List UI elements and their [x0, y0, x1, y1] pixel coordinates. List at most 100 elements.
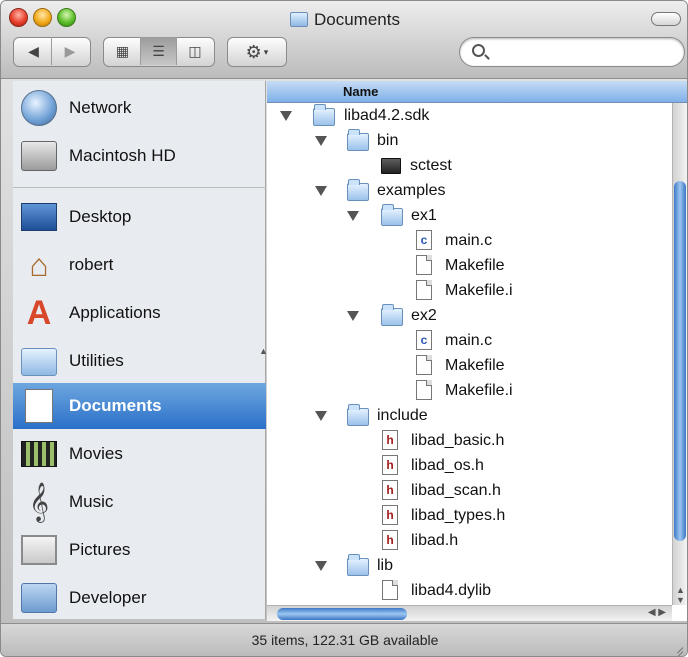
- list-item[interactable]: c main.c: [267, 228, 672, 253]
- forward-arrow-icon[interactable]: ▶: [52, 37, 88, 65]
- sidebar-item-robert[interactable]: ⌂ robert: [13, 242, 266, 288]
- sidebar-item-developer[interactable]: Developer: [13, 575, 266, 621]
- list-item[interactable]: bin: [267, 128, 672, 153]
- folder-icon: [347, 404, 369, 426]
- movies-icon: [21, 441, 57, 467]
- horizontal-scrollbar[interactable]: ◀ ▶: [267, 605, 672, 621]
- search-icon: [472, 44, 485, 57]
- scroll-arrows-icon[interactable]: ◀ ▶: [648, 607, 666, 618]
- list-item[interactable]: ex2: [267, 303, 672, 328]
- column-view-icon[interactable]: ◫: [177, 37, 213, 65]
- list-item[interactable]: Makefile: [267, 253, 672, 278]
- sidebar-item-utilities[interactable]: Utilities: [13, 338, 266, 384]
- list-item[interactable]: Makefile.i: [267, 278, 672, 303]
- list-item[interactable]: h libad.h: [267, 528, 672, 553]
- folder-icon: [290, 12, 308, 27]
- list-item[interactable]: c main.c: [267, 328, 672, 353]
- horizontal-scroll-thumb[interactable]: [277, 608, 407, 620]
- disclosure-triangle-icon[interactable]: [315, 561, 327, 571]
- h-file-icon: h: [382, 480, 398, 500]
- sidebar-resize-handle[interactable]: ▲: [259, 346, 268, 358]
- disclosure-triangle-icon[interactable]: [315, 186, 327, 196]
- h-file-icon: h: [382, 430, 398, 450]
- sidebar-item-pictures[interactable]: Pictures: [13, 527, 266, 573]
- document-icon: [382, 580, 398, 600]
- network-globe-icon: [21, 90, 57, 126]
- sidebar-item-label: Macintosh HD: [69, 146, 176, 165]
- sidebar-item-movies[interactable]: Movies: [13, 431, 266, 477]
- list-item[interactable]: libad4.2.sdk: [267, 103, 672, 128]
- back-arrow-icon[interactable]: ◀: [16, 37, 52, 65]
- executable-icon: [381, 158, 401, 174]
- list-item[interactable]: h libad_os.h: [267, 453, 672, 478]
- folder-icon: [347, 129, 369, 151]
- disclosure-triangle-icon[interactable]: [347, 211, 359, 221]
- resize-grip-icon[interactable]: [671, 642, 684, 656]
- file-name: lib: [377, 556, 394, 574]
- view-mode-buttons: ▦ ☰ ◫: [103, 37, 215, 67]
- status-text: 35 items, 122.31 GB available: [251, 632, 439, 648]
- h-file-icon: h: [382, 455, 398, 475]
- toolbar-toggle-button[interactable]: [651, 12, 681, 26]
- list-view-icon[interactable]: ☰: [141, 37, 177, 65]
- c-file-icon: c: [416, 230, 432, 250]
- sidebar-item-applications[interactable]: A Applications: [13, 290, 266, 336]
- file-name: main.c: [445, 231, 493, 249]
- column-header-name[interactable]: Name: [267, 81, 687, 103]
- disclosure-triangle-icon[interactable]: [315, 136, 327, 146]
- list-item[interactable]: Makefile.i: [267, 378, 672, 403]
- list-item[interactable]: lib: [267, 553, 672, 578]
- list-item[interactable]: include: [267, 403, 672, 428]
- file-name: Makefile: [445, 256, 505, 274]
- file-name: Makefile: [445, 356, 505, 374]
- file-name: Makefile.i: [445, 281, 513, 299]
- sidebar-item-macintosh-hd[interactable]: Macintosh HD: [13, 133, 266, 179]
- vertical-scrollbar[interactable]: ▲ ▼: [672, 103, 687, 605]
- sidebar-item-network[interactable]: Network: [13, 85, 266, 131]
- action-menu-button[interactable]: ⚙ ▾: [227, 37, 287, 67]
- file-name: sctest: [410, 156, 452, 174]
- scroll-arrows-icon[interactable]: ▲ ▼: [673, 585, 687, 605]
- window-title: Documents: [1, 10, 687, 30]
- home-icon: ⌂: [29, 247, 49, 283]
- list-item[interactable]: h libad_scan.h: [267, 478, 672, 503]
- folder-icon: [381, 204, 403, 226]
- back-forward-buttons: ◀ ▶: [13, 37, 91, 67]
- list-item[interactable]: ex1: [267, 203, 672, 228]
- file-name: libad4.2.sdk: [344, 106, 430, 124]
- sidebar-item-label: Movies: [69, 444, 123, 463]
- sidebar-item-label: Desktop: [69, 207, 132, 226]
- sidebar-item-label: robert: [69, 255, 114, 274]
- list-item[interactable]: Makefile: [267, 353, 672, 378]
- disclosure-triangle-icon[interactable]: [315, 411, 327, 421]
- disclosure-triangle-icon[interactable]: [347, 311, 359, 321]
- sidebar-item-label: Developer: [69, 588, 147, 607]
- file-name: bin: [377, 131, 399, 149]
- vertical-scroll-thumb[interactable]: [674, 181, 686, 541]
- search-field[interactable]: [459, 37, 685, 67]
- list-item[interactable]: examples: [267, 178, 672, 203]
- pictures-icon: [21, 535, 57, 565]
- disclosure-triangle-icon[interactable]: [280, 111, 292, 121]
- desktop-icon: [21, 203, 57, 231]
- file-name: libad4.dylib: [411, 581, 492, 599]
- icon-view-icon[interactable]: ▦: [105, 37, 141, 65]
- sidebar-item-label: Documents: [69, 396, 162, 415]
- list-item[interactable]: h libad_types.h: [267, 503, 672, 528]
- documents-icon: [25, 389, 53, 423]
- list-item[interactable]: libad4.dylib: [267, 578, 672, 603]
- file-name: examples: [377, 181, 446, 199]
- sidebar-item-music[interactable]: 𝄞 Music: [13, 479, 266, 525]
- document-icon: [416, 380, 432, 400]
- file-name: libad_types.h: [411, 506, 506, 524]
- sidebar-item-documents[interactable]: Documents: [13, 383, 266, 429]
- sidebar-item-desktop[interactable]: Desktop: [13, 194, 266, 240]
- status-bar: 35 items, 122.31 GB available: [1, 623, 687, 656]
- applications-icon: A: [26, 294, 52, 332]
- folder-icon: [21, 348, 57, 376]
- sidebar: Network Macintosh HD Desktop ⌂ robert A …: [13, 81, 266, 619]
- sidebar-item-label: Applications: [69, 303, 161, 322]
- file-name: libad_basic.h: [411, 431, 505, 449]
- list-item[interactable]: h libad_basic.h: [267, 428, 672, 453]
- list-item[interactable]: sctest: [267, 153, 672, 178]
